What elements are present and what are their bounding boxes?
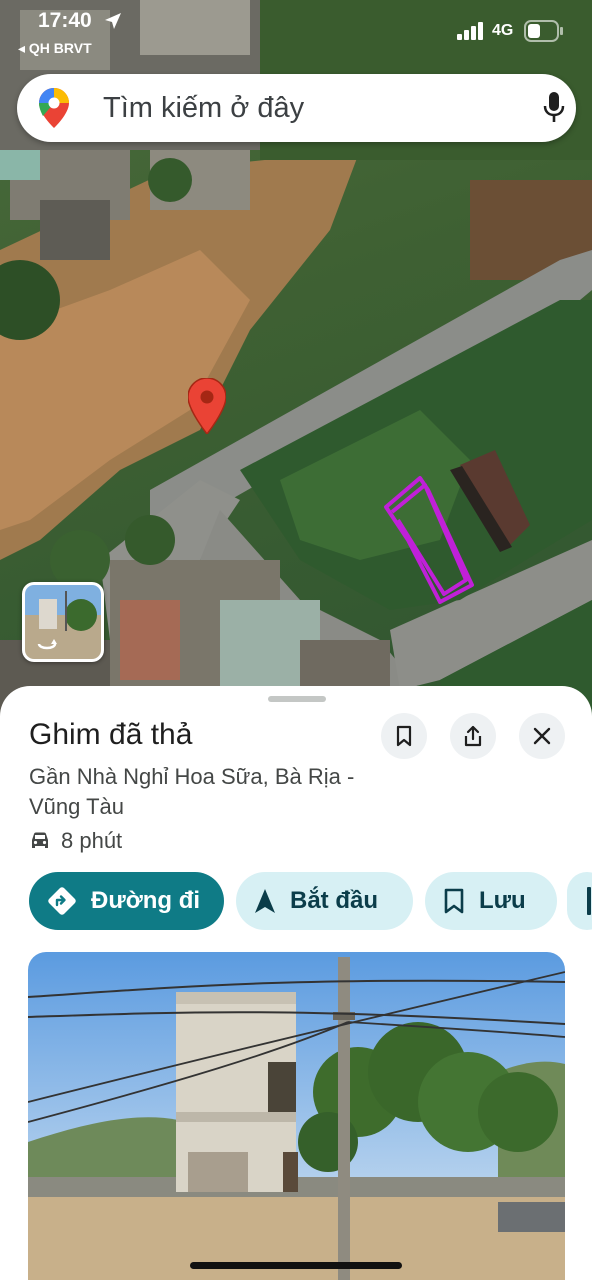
street-view-icon xyxy=(37,639,57,650)
save-button[interactable]: Lưu xyxy=(425,872,557,930)
directions-button[interactable]: Đường đi xyxy=(29,872,224,930)
location-arrow-icon xyxy=(105,13,121,29)
back-to-app-link[interactable]: ◂ QH BRVT xyxy=(18,40,92,57)
more-actions-chip[interactable] xyxy=(567,872,592,930)
search-bar[interactable]: Tìm kiếm ở đây xyxy=(17,74,576,142)
directions-icon xyxy=(48,887,76,915)
status-time: 17:40 xyxy=(38,9,92,32)
map-pin-icon[interactable] xyxy=(188,378,226,434)
car-icon xyxy=(32,832,48,848)
place-bottom-sheet[interactable]: Ghim đã thả Gần Nhà Nghỉ Hoa Sữa, Bà Rịa… xyxy=(0,686,592,1280)
save-bookmark-button[interactable] xyxy=(381,713,427,759)
microphone-icon[interactable] xyxy=(543,92,565,124)
signal-icon xyxy=(457,22,483,40)
sheet-drag-handle[interactable] xyxy=(268,696,326,702)
bookmark-icon xyxy=(396,725,412,747)
search-input[interactable]: Tìm kiếm ở đây xyxy=(103,92,304,125)
place-title: Ghim đã thả xyxy=(29,718,193,751)
google-maps-logo-icon xyxy=(39,88,69,128)
street-view-thumbnail[interactable] xyxy=(22,582,104,662)
save-label: Lưu xyxy=(479,887,526,914)
travel-time: 8 phút xyxy=(29,826,122,856)
home-indicator[interactable] xyxy=(190,1262,402,1269)
battery-icon xyxy=(524,20,563,42)
network-type: 4G xyxy=(492,22,514,39)
share-button[interactable] xyxy=(450,713,496,759)
share-icon xyxy=(464,725,482,747)
close-icon xyxy=(533,727,551,745)
place-address: Gần Nhà Nghỉ Hoa Sữa, Bà Rịa - Vũng Tàu xyxy=(29,764,355,819)
start-label: Bắt đầu xyxy=(290,887,379,914)
navigation-arrow-icon xyxy=(255,889,275,913)
close-button[interactable] xyxy=(519,713,565,759)
start-navigation-button[interactable]: Bắt đầu xyxy=(236,872,413,930)
bookmark-icon xyxy=(444,888,464,914)
status-bar: 17:40 ◂ QH BRVT 4G xyxy=(0,0,592,60)
travel-time-text: 8 phút xyxy=(61,828,123,853)
street-view-photo[interactable] xyxy=(28,952,565,1280)
directions-label: Đường đi xyxy=(91,887,201,914)
